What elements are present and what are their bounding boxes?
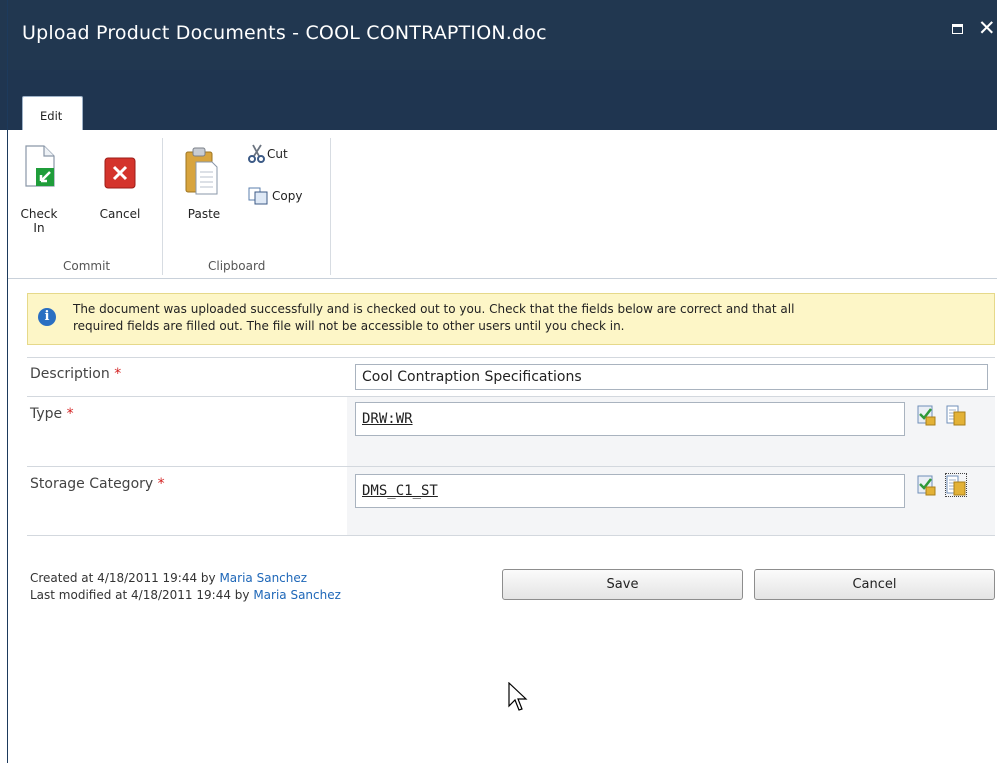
info-message: The document was uploaded successfully a…: [73, 301, 988, 335]
browse-icon[interactable]: [945, 473, 967, 497]
type-label: Type *: [30, 406, 74, 422]
info-message-line2: required fields are filled out. The file…: [73, 319, 625, 333]
paste-button[interactable]: Paste: [176, 140, 232, 240]
commit-group-label: Commit: [63, 259, 111, 273]
dialog-title-bar: Upload Product Documents - COOL CONTRAPT…: [0, 0, 997, 70]
required-marker: *: [157, 476, 165, 492]
type-picker-field[interactable]: DRW:WR: [355, 402, 905, 436]
dialog-title: Upload Product Documents - COOL CONTRAPT…: [22, 22, 547, 44]
ribbon-cancel-label: Cancel: [99, 207, 141, 221]
storage-category-label-text: Storage Category: [30, 476, 154, 492]
check-names-icon[interactable]: [916, 474, 936, 496]
check-names-icon[interactable]: [916, 404, 936, 426]
storage-category-label: Storage Category *: [30, 476, 165, 492]
description-field[interactable]: Cool Contraption Specifications: [355, 364, 988, 390]
check-in-label: Check In: [18, 207, 60, 235]
created-info: Created at 4/18/2011 19:44 by Maria Sanc…: [30, 571, 307, 585]
required-marker: *: [66, 406, 74, 422]
info-message-line1: The document was uploaded successfully a…: [73, 302, 795, 316]
cut-button[interactable]: Cut: [245, 143, 305, 165]
paste-label: Paste: [187, 207, 221, 221]
form-divider: [27, 535, 995, 536]
tab-edit-label: Edit: [40, 109, 63, 123]
type-value: DRW:WR: [362, 411, 413, 427]
save-button[interactable]: Save: [502, 569, 743, 600]
browse-icon[interactable]: [946, 404, 966, 426]
required-marker: *: [114, 366, 122, 382]
tab-edit[interactable]: Edit: [22, 96, 83, 132]
copy-label: Copy: [272, 189, 303, 203]
clipboard-group-label: Clipboard: [208, 259, 266, 273]
description-value: Cool Contraption Specifications: [362, 369, 582, 385]
storage-category-picker-field[interactable]: DMS_C1_ST: [355, 474, 905, 508]
info-message-bar: i The document was uploaded successfully…: [27, 293, 995, 345]
modified-info: Last modified at 4/18/2011 19:44 by Mari…: [30, 588, 341, 602]
description-label: Description *: [30, 366, 121, 382]
modified-text: Last modified at 4/18/2011 19:44 by: [30, 588, 254, 602]
check-in-button[interactable]: Check In: [18, 140, 60, 240]
ribbon-cancel-button[interactable]: Cancel: [92, 140, 148, 240]
close-icon[interactable]: ✕: [978, 16, 996, 40]
dialog-left-border: [7, 0, 8, 763]
modified-by-link[interactable]: Maria Sanchez: [253, 588, 341, 602]
type-label-text: Type: [30, 406, 63, 422]
check-in-label-line2: In: [33, 221, 45, 235]
created-text: Created at 4/18/2011 19:44 by: [30, 571, 220, 585]
cut-label: Cut: [267, 147, 288, 161]
ribbon-group-separator: [330, 138, 331, 275]
storage-category-value: DMS_C1_ST: [362, 483, 438, 499]
paste-icon: [185, 147, 218, 195]
scissors-icon: [248, 144, 265, 163]
maximize-icon[interactable]: [952, 24, 963, 34]
copy-button[interactable]: Copy: [245, 185, 320, 207]
mouse-cursor-icon: [508, 682, 528, 711]
created-by-link[interactable]: Maria Sanchez: [219, 571, 307, 585]
cancel-button[interactable]: Cancel: [754, 569, 995, 600]
info-icon: i: [38, 308, 56, 326]
check-in-label-line1: Check: [20, 207, 58, 221]
cancel-icon: [104, 157, 136, 189]
check-in-icon: [25, 145, 55, 187]
copy-icon: [248, 187, 268, 205]
ribbon-tab-bar: [0, 70, 997, 130]
ribbon: [8, 130, 997, 279]
ribbon-group-separator: [162, 138, 163, 275]
form-divider: [27, 357, 995, 358]
description-label-text: Description: [30, 366, 110, 382]
